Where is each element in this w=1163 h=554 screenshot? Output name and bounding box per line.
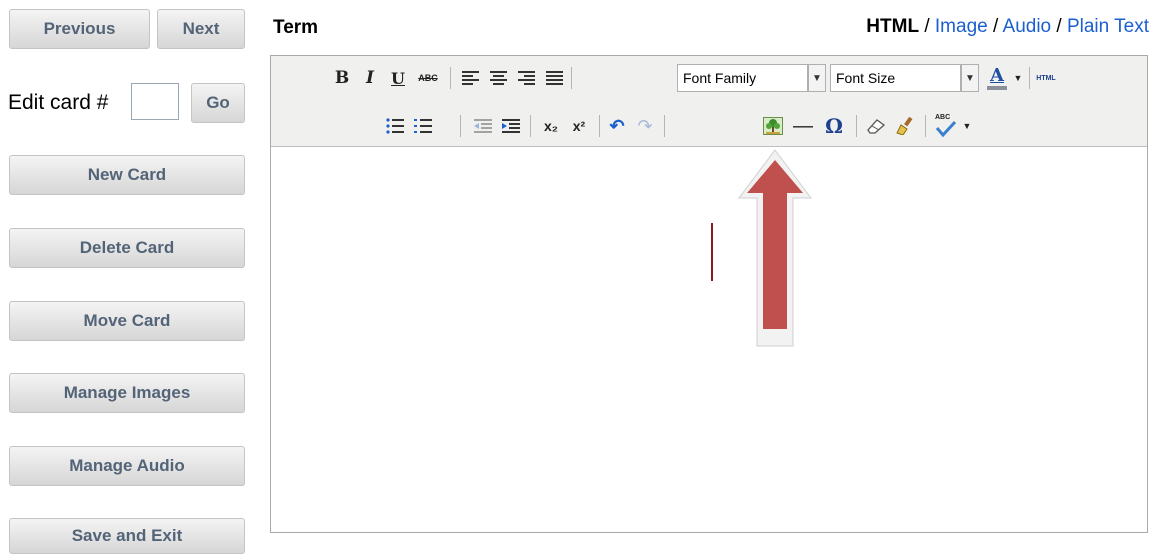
delete-card-button[interactable]: Delete Card	[9, 228, 245, 268]
align-left-button[interactable]	[458, 66, 482, 90]
html-type-current: HTML	[866, 16, 920, 37]
strikethrough-button[interactable]: ABC	[415, 66, 441, 90]
editor-toolbar: B I U ABC Font Family ▼ Font Size ▼ A ▼ …	[271, 56, 1147, 147]
toolbar-separator	[664, 115, 665, 137]
align-right-icon	[517, 71, 535, 85]
paintbrush-icon	[896, 117, 913, 135]
align-right-button[interactable]	[514, 66, 538, 90]
cleanup-button[interactable]	[893, 114, 919, 138]
align-left-icon	[461, 71, 479, 85]
toolbar-separator	[450, 67, 451, 89]
outdent-button[interactable]	[471, 114, 495, 138]
font-color-button[interactable]: A	[984, 64, 1010, 92]
spellcheck-button[interactable]: ABC	[931, 112, 959, 140]
go-button[interactable]: Go	[191, 83, 245, 123]
italic-button[interactable]: I	[359, 66, 381, 90]
redo-icon: ↷	[637, 115, 653, 136]
html-source-button[interactable]: HTML	[1033, 66, 1059, 90]
manage-images-button[interactable]: Manage Images	[9, 373, 245, 413]
toolbar-separator	[599, 115, 600, 137]
superscript-button[interactable]: x²	[567, 114, 591, 138]
insert-image-icon	[763, 117, 783, 135]
rich-text-editor: B I U ABC Font Family ▼ Font Size ▼ A ▼ …	[270, 55, 1148, 533]
editor-content-area[interactable]	[271, 147, 1147, 532]
align-justify-button[interactable]	[542, 66, 566, 90]
type-separator: /	[919, 16, 935, 37]
align-justify-icon	[545, 71, 563, 85]
eraser-button[interactable]	[863, 114, 889, 138]
font-size-select[interactable]: Font Size	[830, 64, 961, 92]
redo-button[interactable]: ↷	[633, 114, 657, 138]
spellcheck-check-mark	[935, 120, 957, 138]
audio-type-link[interactable]: Audio	[1003, 16, 1052, 37]
up-arrow-annotation	[738, 149, 812, 347]
edit-card-label: Edit card #	[8, 91, 109, 114]
move-card-button[interactable]: Move Card	[9, 301, 245, 341]
image-type-link[interactable]: Image	[935, 16, 988, 37]
insert-image-button[interactable]	[761, 114, 785, 138]
type-separator: /	[987, 16, 1003, 37]
font-color-dropdown-arrow[interactable]: ▼	[1012, 66, 1024, 90]
horizontal-rule-button[interactable]: —	[789, 114, 817, 138]
font-color-swatch	[987, 86, 1007, 90]
next-button[interactable]: Next	[157, 9, 245, 49]
indent-button[interactable]	[499, 114, 523, 138]
manage-audio-button[interactable]: Manage Audio	[9, 446, 245, 486]
new-card-button[interactable]: New Card	[9, 155, 245, 195]
spellcheck-dropdown-arrow[interactable]: ▼	[961, 114, 973, 138]
undo-icon: ↶	[609, 115, 625, 136]
eraser-icon	[867, 119, 886, 134]
font-color-icon: A	[990, 65, 1004, 86]
indent-icon	[502, 119, 520, 133]
edit-card-number-input[interactable]	[131, 83, 179, 120]
align-center-button[interactable]	[486, 66, 510, 90]
font-size-dropdown-arrow[interactable]: ▼	[961, 64, 979, 92]
toolbar-separator	[460, 115, 461, 137]
toolbar-separator	[571, 67, 572, 89]
text-cursor	[711, 223, 713, 281]
align-center-icon	[489, 71, 507, 85]
previous-button[interactable]: Previous	[9, 9, 150, 49]
bullet-list-icon	[386, 118, 404, 134]
outdent-icon	[474, 119, 492, 133]
toolbar-separator	[530, 115, 531, 137]
toolbar-separator	[925, 115, 926, 137]
toolbar-separator	[1029, 67, 1030, 89]
subscript-button[interactable]: x₂	[539, 114, 563, 138]
plain-text-type-link[interactable]: Plain Text	[1067, 16, 1149, 37]
spellcheck-icon: ABC	[933, 114, 957, 138]
bullet-list-button[interactable]	[383, 114, 407, 138]
save-and-exit-button[interactable]: Save and Exit	[9, 518, 245, 554]
special-character-button[interactable]: Ω	[821, 114, 847, 138]
font-family-select[interactable]: Font Family	[677, 64, 808, 92]
type-separator: /	[1051, 16, 1067, 37]
numbered-list-button[interactable]	[411, 114, 435, 138]
font-family-dropdown-arrow[interactable]: ▼	[808, 64, 826, 92]
numbered-list-icon	[414, 119, 432, 133]
term-label: Term	[273, 17, 319, 38]
undo-button[interactable]: ↶	[605, 114, 629, 138]
content-type-links: HTML / Image / Audio / Plain Text	[866, 16, 1149, 38]
toolbar-separator	[856, 115, 857, 137]
bold-button[interactable]: B	[331, 66, 353, 90]
underline-button[interactable]: U	[387, 66, 409, 90]
